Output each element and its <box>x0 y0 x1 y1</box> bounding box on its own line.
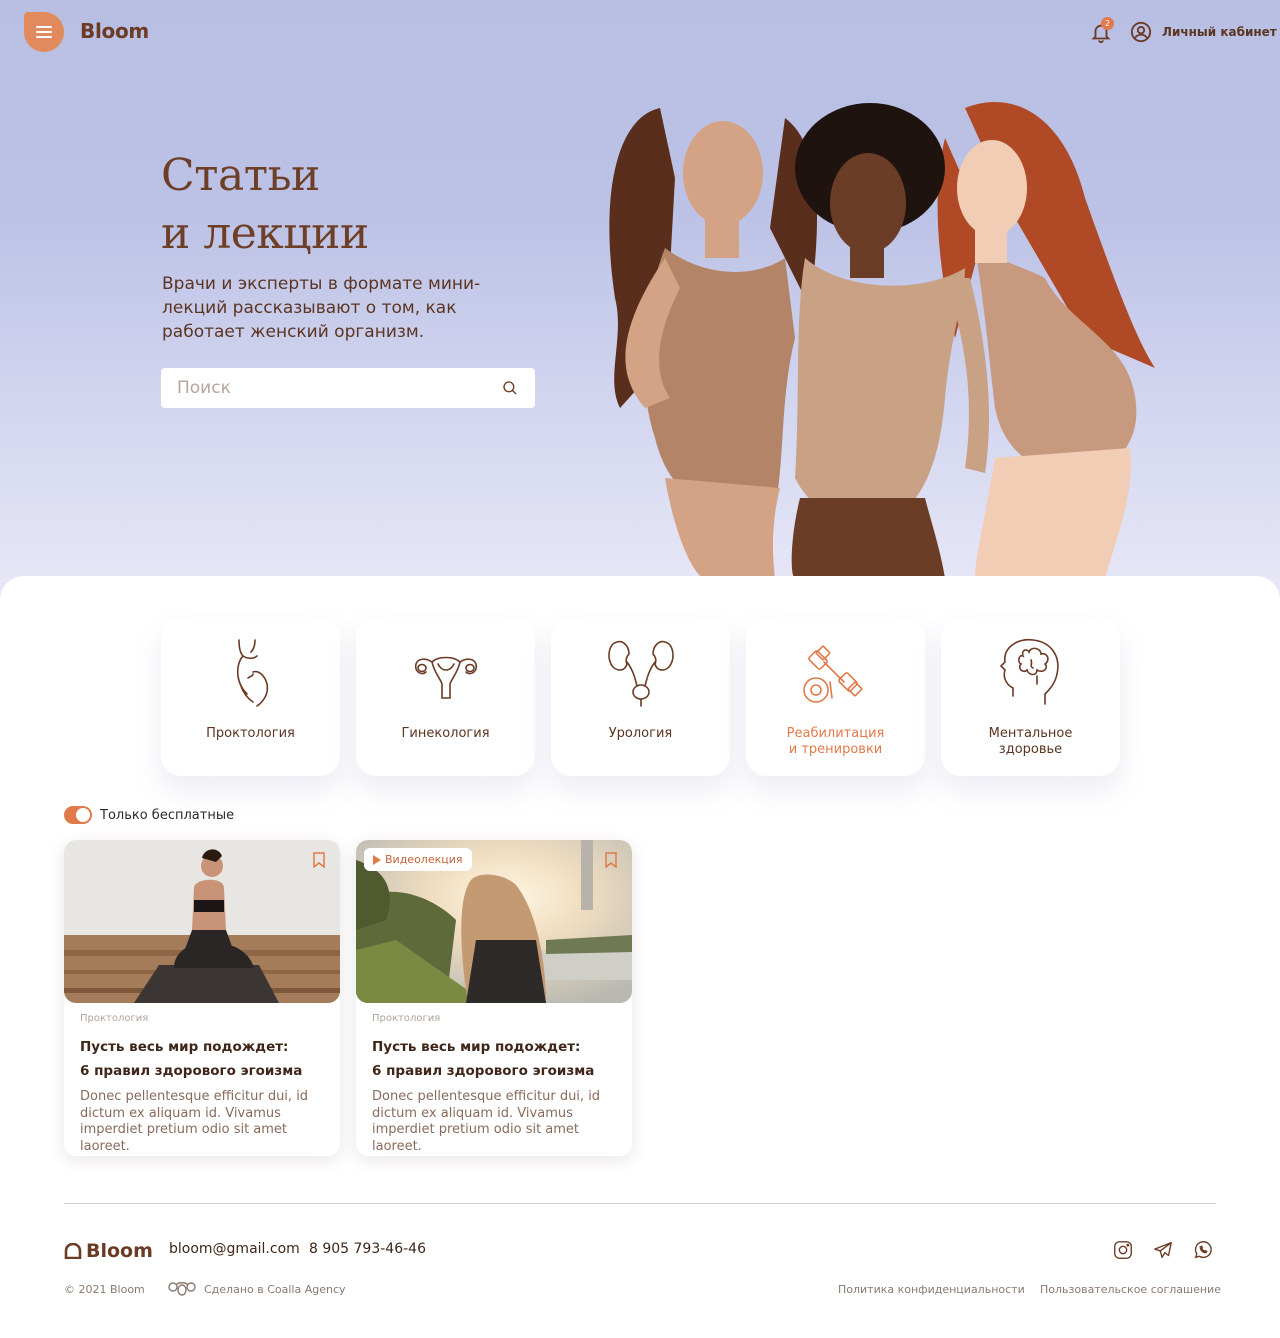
article-description: Donec pellentesque efficitur dui, id dic… <box>80 1089 309 1154</box>
telegram-icon[interactable] <box>1152 1239 1174 1261</box>
article-category: Проктология <box>80 1013 149 1024</box>
whatsapp-icon[interactable] <box>1192 1239 1214 1261</box>
bloom-logo-icon <box>64 1243 82 1259</box>
hero-photo-women <box>609 102 1155 578</box>
brain-head-icon <box>999 638 1059 705</box>
dumbbell-icon <box>802 645 862 703</box>
article-title[interactable]: Пусть весь мир подождет: 6 правил здоров… <box>80 1035 330 1083</box>
video-lecture-badge: Видеолекция <box>364 848 472 871</box>
article-list: Проктология Пусть весь мир подождет: 6 п… <box>64 840 632 1156</box>
menu-icon-line <box>36 31 52 33</box>
category-card-mental-health[interactable]: Ментальное здоровье <box>941 618 1120 776</box>
category-card-rehabilitation[interactable]: Реабилитация и тренировки <box>746 618 925 776</box>
page-title-line-2: и лекции <box>161 208 369 259</box>
category-card-urology[interactable]: Урология <box>551 618 730 776</box>
account-link[interactable]: Личный кабинет <box>1130 21 1277 43</box>
bookmark-icon[interactable] <box>604 852 618 868</box>
category-label: Гинекология <box>401 726 490 741</box>
article-category: Проктология <box>372 1013 441 1024</box>
notification-badge: 2 <box>1101 17 1114 30</box>
play-icon <box>373 854 381 865</box>
yoga-photo <box>64 840 340 1003</box>
kidneys-icon <box>607 640 674 707</box>
page-title: Статьи и лекции <box>161 147 369 263</box>
coalla-logo-icon <box>168 1282 196 1296</box>
search-input[interactable] <box>177 378 501 398</box>
menu-icon-line <box>36 26 52 28</box>
site-header: Bloom 2 Личный кабинет <box>0 0 1280 64</box>
footer-email[interactable]: bloom@gmail.com <box>169 1241 300 1257</box>
category-label: Реабилитация и тренировки <box>786 726 885 757</box>
article-card[interactable]: Проктология Пусть весь мир подождет: 6 п… <box>64 840 340 1156</box>
video-badge-label: Видеолекция <box>385 853 463 866</box>
copyright: © 2021 Bloom <box>64 1283 145 1296</box>
category-label: Урология <box>608 726 673 741</box>
site-logo[interactable]: Bloom <box>80 19 149 43</box>
user-agreement-link[interactable]: Пользовательское соглашение <box>1040 1283 1221 1296</box>
free-only-label: Только бесплатные <box>100 807 235 823</box>
hero-section: Bloom 2 Личный кабинет Статьи и лекции В… <box>0 0 1280 600</box>
privacy-policy-link[interactable]: Политика конфиденциальности <box>838 1283 1025 1296</box>
free-only-filter: Только бесплатные <box>64 806 234 824</box>
made-by-label: Сделано в Coalla Agency <box>204 1282 346 1296</box>
free-only-toggle[interactable] <box>64 806 92 824</box>
category-label: Ментальное здоровье <box>988 726 1073 757</box>
search-icon[interactable] <box>501 379 519 397</box>
footer-phone[interactable]: 8 905 793-46-46 <box>309 1241 426 1257</box>
category-card-proctology[interactable]: Проктология <box>161 618 340 776</box>
uterus-icon <box>414 656 477 699</box>
social-links <box>1112 1239 1214 1261</box>
category-list: Проктология Гинекология Урология Реабили… <box>161 618 1120 776</box>
article-image-yoga <box>64 840 340 1003</box>
footer-logo[interactable]: Bloom <box>64 1240 153 1262</box>
search-box <box>161 368 535 408</box>
article-description: Donec pellentesque efficitur dui, id dic… <box>372 1089 601 1154</box>
article-card[interactable]: Видеолекция Проктология Пусть весь мир п… <box>356 840 632 1156</box>
made-by[interactable]: Сделано в Coalla Agency <box>168 1281 346 1297</box>
account-label: Личный кабинет <box>1162 25 1277 39</box>
article-title[interactable]: Пусть весь мир подождет: 6 правил здоров… <box>372 1035 622 1083</box>
body-silhouette-icon <box>236 639 268 707</box>
category-label: Проктология <box>206 726 295 741</box>
user-circle-icon <box>1130 21 1152 43</box>
hero-subtitle: Врачи и эксперты в формате мини-лекций р… <box>162 274 481 342</box>
page-title-line-1: Статьи <box>161 150 320 201</box>
category-card-gynecology[interactable]: Гинекология <box>356 618 535 776</box>
menu-icon-line <box>36 36 52 38</box>
bookmark-icon[interactable] <box>312 852 326 868</box>
footer-divider <box>64 1203 1216 1204</box>
footer-logo-text: Bloom <box>86 1240 153 1262</box>
instagram-icon[interactable] <box>1112 1239 1134 1261</box>
menu-button[interactable] <box>24 12 64 52</box>
article-image-sunset: Видеолекция <box>356 840 632 1003</box>
